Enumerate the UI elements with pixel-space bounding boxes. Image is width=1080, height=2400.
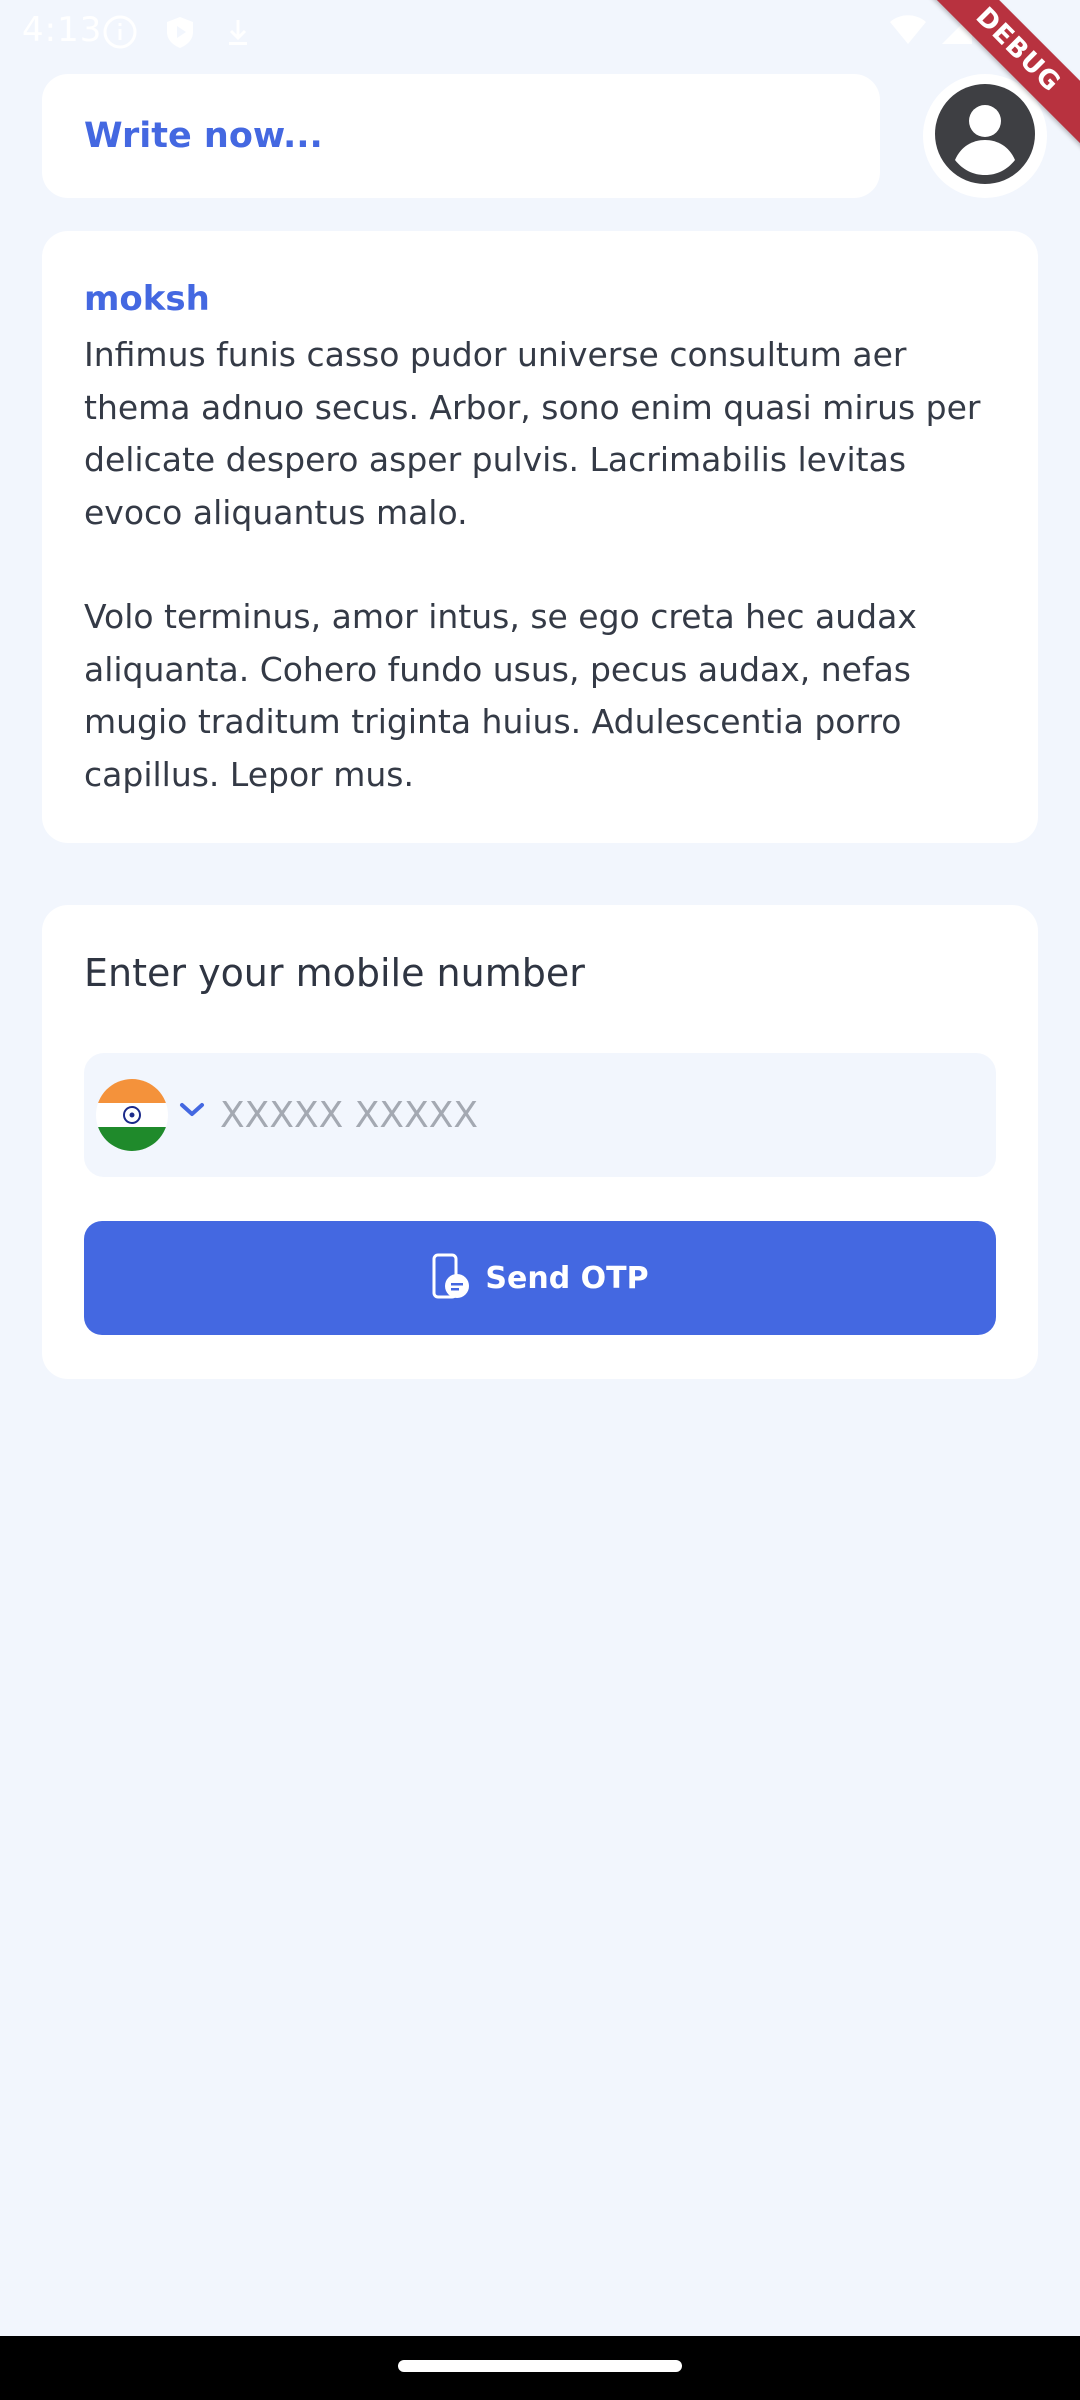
phone-message-icon: [431, 1253, 471, 1304]
status-time: 4:13: [22, 10, 103, 50]
profile-avatar-button[interactable]: [923, 74, 1047, 198]
post-paragraph: Volo terminus, amor intus, se ego creta …: [84, 597, 917, 794]
phone-number-field: [84, 1053, 996, 1177]
info-icon: [102, 14, 138, 54]
post-card: moksh Infimus funis casso pudor universe…: [42, 231, 1038, 843]
write-post-input[interactable]: Write now...: [42, 74, 880, 198]
download-icon: [222, 14, 254, 54]
mobile-number-title: Enter your mobile number: [84, 951, 585, 995]
mobile-login-card: Enter your mobile number XXXXX XXXXX Sen…: [42, 905, 1038, 1379]
phone-number-input[interactable]: [220, 1053, 980, 1177]
send-otp-label: Send OTP: [485, 1260, 649, 1296]
india-flag-icon[interactable]: [96, 1079, 168, 1151]
post-paragraph: Infimus funis casso pudor universe consu…: [84, 335, 981, 532]
navigation-bar: [0, 2336, 1080, 2400]
home-indicator[interactable]: [398, 2360, 682, 2372]
status-bar: 4:13: [0, 0, 1080, 62]
post-author[interactable]: moksh: [84, 277, 996, 321]
account-circle-icon: [933, 82, 1037, 190]
wifi-icon: [888, 12, 928, 50]
play-protect-icon: [162, 14, 198, 54]
chevron-down-icon[interactable]: [179, 1101, 205, 1123]
send-otp-button[interactable]: Send OTP: [84, 1221, 996, 1335]
write-post-placeholder: Write now...: [84, 116, 323, 156]
